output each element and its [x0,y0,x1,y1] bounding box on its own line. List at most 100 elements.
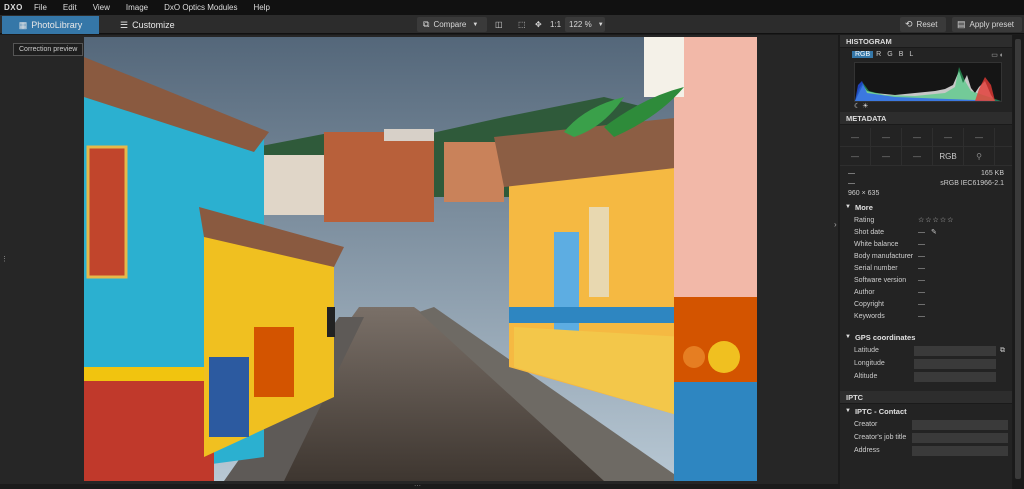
pencil-icon[interactable]: ✎ [931,228,937,236]
grid-icon: ▦ [18,19,28,30]
address-field[interactable] [912,445,1008,456]
meta-cell: — [840,147,871,165]
left-panel-toggle-icon[interactable]: ⋮ [1,255,8,263]
menu-optics-modules[interactable]: DxO Optics Modules [156,3,245,12]
scrollbar-thumb[interactable] [1015,39,1021,479]
panel-scrollbar[interactable] [1013,35,1024,489]
creator-job-title-row: Creator's job title [840,431,1012,444]
channel-b[interactable]: B [896,51,907,58]
menu-file[interactable]: File [26,3,55,12]
keywords-value: — [918,312,925,320]
reset-label: Reset [916,20,938,29]
software-version-row: Software version — [840,274,1012,286]
gps-section-header[interactable]: ▼ GPS coordinates [840,330,1012,344]
metadata-grid: — — — — — — — — RGB ⚲ [840,128,1012,166]
body-manufacturer-label: Body manufacturer [854,252,914,260]
copyright-row: Copyright — [840,298,1012,310]
rating-label: Rating [854,216,875,224]
body-manufacturer-row: Body manufacturer — [840,250,1012,262]
channel-rgb[interactable]: RGB [852,51,874,58]
color-space-cell: RGB [933,147,964,165]
creator-label: Creator [854,421,878,428]
color-profile: sRGB IEC61966-2.1 [940,180,1004,187]
rating-stars[interactable]: ☆☆☆☆☆ [918,216,954,224]
latitude-row: Latitude ⧉ [840,344,1012,357]
toolbar: ▦ PhotoLibrary ☰ Customize ⧉ Compare ▼ ◫… [0,15,1024,34]
author-row: Author — [840,286,1012,298]
compare-button[interactable]: ⧉ Compare ▼ [417,17,487,32]
correction-preview-label: Correction preview [13,43,84,56]
keywords-label: Keywords [854,312,885,320]
software-version-label: Software version [854,276,907,284]
histogram-display-icon[interactable]: ▭ ◐ [991,51,1004,59]
tab-customize-label: Customize [132,20,175,30]
menu-edit[interactable]: Edit [55,3,85,12]
more-title: More [854,202,873,212]
compare-icon: ⧉ [423,19,430,29]
file-size: 165 KB [981,170,1004,177]
software-version-value: — [918,276,925,284]
tab-photolibrary[interactable]: ▦ PhotoLibrary [2,16,99,34]
preset-icon: ▤ [957,19,966,29]
creator-job-title-field[interactable] [912,432,1008,443]
right-panel: HISTOGRAM RGB R G B L ▭ ◐ ☾ ☀ METADATA —… [840,35,1012,489]
altitude-field[interactable] [914,371,996,382]
longitude-label: Longitude [854,360,885,367]
sliders-icon: ☰ [120,19,129,30]
serial-number-value: — [918,264,925,272]
triangle-down-icon: ▼ [845,334,851,340]
histogram-clipping-icons[interactable]: ☾ ☀ [854,102,1012,112]
iptc-header[interactable]: IPTC [840,391,1012,404]
channel-r[interactable]: R [873,51,884,58]
reset-button[interactable]: ⟲ Reset [900,17,946,32]
author-value: — [918,288,925,296]
gps-title: GPS coordinates [854,332,916,342]
latitude-label: Latitude [854,347,879,354]
creator-field[interactable] [912,419,1008,430]
tab-photolibrary-label: PhotoLibrary [31,20,83,30]
meta-cell: — [871,128,902,146]
histogram-header[interactable]: HISTOGRAM [840,35,1012,48]
latitude-field[interactable] [914,345,996,356]
meta-cell: — [840,128,871,146]
move-icon[interactable]: ✥ [535,17,542,32]
longitude-field[interactable] [914,358,996,369]
menu-help[interactable]: Help [245,3,277,12]
histogram-graph [854,62,1002,102]
chevron-down-icon: ▼ [472,21,479,28]
iptc-contact-header[interactable]: ▼ IPTC - Contact [840,404,1012,418]
white-balance-label: White balance [854,240,899,248]
shot-date-value: — [918,228,925,236]
split-view-icon[interactable]: ◫ [495,17,503,32]
apply-preset-button[interactable]: ▤ Apply preset [952,17,1022,32]
compare-label: Compare [433,20,467,29]
filmstrip-handle-icon[interactable]: ⋯ [414,482,421,489]
menu-view[interactable]: View [85,3,118,12]
more-section-header[interactable]: ▼ More [840,200,1012,214]
external-link-icon[interactable]: ⧉ [1000,347,1005,355]
metadata-header[interactable]: METADATA [840,112,1012,125]
address-row: Address [840,444,1012,457]
meta-cell: — [871,147,902,165]
chevron-down-icon: ▼ [597,21,604,28]
location-pin-icon: ⚲ [964,147,995,165]
app-logo: DXO [4,3,23,12]
reset-icon: ⟲ [905,19,913,29]
author-label: Author [854,288,875,296]
altitude-row: Altitude [840,370,1012,383]
photo-preview[interactable] [84,37,757,481]
channel-g[interactable]: G [884,51,895,58]
triangle-down-icon: ▼ [845,204,851,210]
channel-l[interactable]: L [906,51,916,58]
shot-date-label: Shot date [854,228,884,236]
file-info: — 165 KB — sRGB IEC61966-2.1 960 × 635 [840,166,1012,200]
one-to-one-button[interactable]: 1:1 [550,17,561,32]
shot-date-row: Shot date — ✎ [840,226,1012,238]
zoom-select[interactable]: 122 % ▼ [565,17,605,32]
apply-preset-label: Apply preset [969,20,1014,29]
body-manufacturer-value: — [918,252,925,260]
crop-icon[interactable]: ⬚ [518,17,526,32]
tab-customize[interactable]: ☰ Customize [120,16,180,34]
chevron-right-icon[interactable]: › [834,220,837,229]
menu-image[interactable]: Image [118,3,156,12]
